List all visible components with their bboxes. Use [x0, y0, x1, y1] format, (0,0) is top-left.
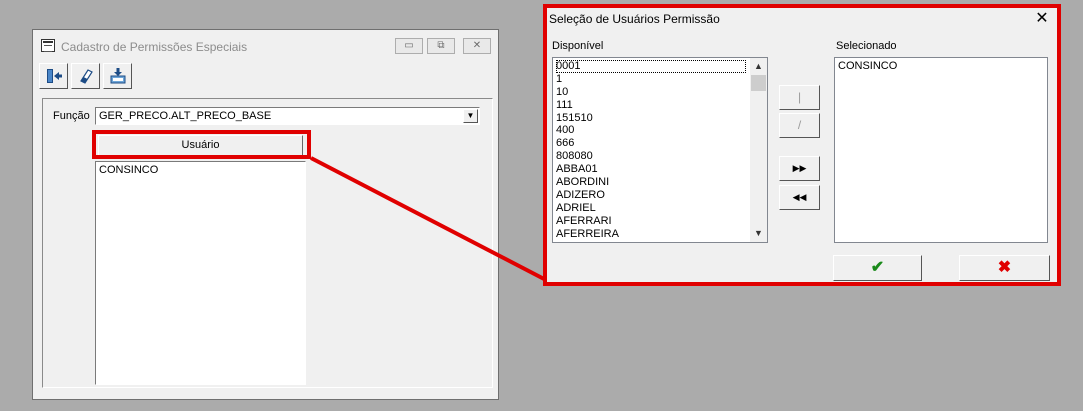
usuario-highlight-box: [92, 130, 311, 159]
dialog-highlight-box: [543, 4, 1061, 286]
